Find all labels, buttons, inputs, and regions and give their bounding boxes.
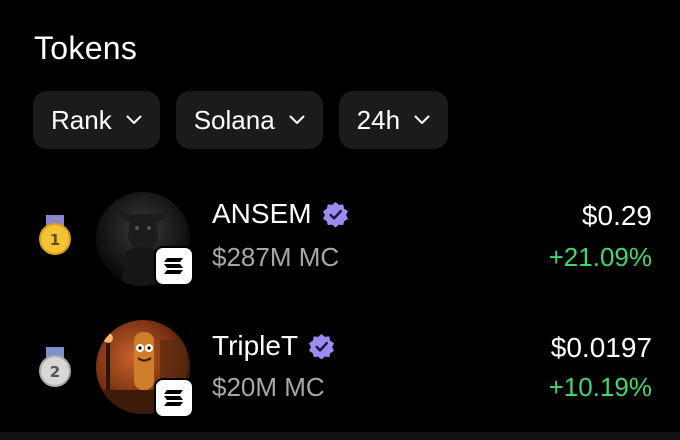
- timeframe-filter-dropdown[interactable]: 24h: [338, 91, 449, 149]
- page-title: Tokens: [34, 30, 138, 66]
- token-price: $0.29: [581, 200, 652, 231]
- gold-medal-icon: 1: [37, 214, 73, 256]
- token-row-ansem[interactable]: 1 ANSEM $287M MC $0.29 +21.09%: [0, 180, 680, 290]
- rank-filter-label: Rank: [51, 104, 112, 135]
- rank-filter-dropdown[interactable]: Rank: [33, 91, 160, 149]
- solana-icon: [164, 258, 183, 274]
- filter-bar: Rank Solana 24h: [33, 91, 449, 149]
- timeframe-filter-label: 24h: [356, 104, 401, 135]
- verified-badge-icon: [322, 201, 348, 228]
- rank-number: 2: [50, 363, 60, 381]
- token-name: ANSEM: [212, 198, 312, 229]
- solana-chain-badge: [154, 246, 194, 286]
- price-change: +10.19%: [548, 372, 652, 402]
- verified-badge-icon: [309, 333, 335, 360]
- chevron-down-icon: [414, 115, 430, 125]
- rank-number: 1: [50, 231, 60, 249]
- silver-medal-icon: 2: [37, 346, 73, 388]
- price-change: +21.09%: [548, 242, 652, 272]
- chain-filter-label: Solana: [193, 104, 275, 135]
- market-cap: $20M MC: [212, 372, 325, 402]
- solana-chain-badge: [154, 378, 194, 418]
- solana-icon: [164, 390, 183, 406]
- next-row-peek: [0, 432, 680, 440]
- chevron-down-icon: [126, 115, 142, 125]
- token-price: $0.0197: [550, 332, 652, 363]
- token-row-triplet[interactable]: 2 TripleT $20M MC $0.0197 +10.19%: [0, 312, 680, 422]
- chevron-down-icon: [289, 115, 305, 125]
- market-cap: $287M MC: [212, 242, 340, 272]
- token-name: TripleT: [212, 330, 299, 361]
- chain-filter-dropdown[interactable]: Solana: [175, 91, 323, 149]
